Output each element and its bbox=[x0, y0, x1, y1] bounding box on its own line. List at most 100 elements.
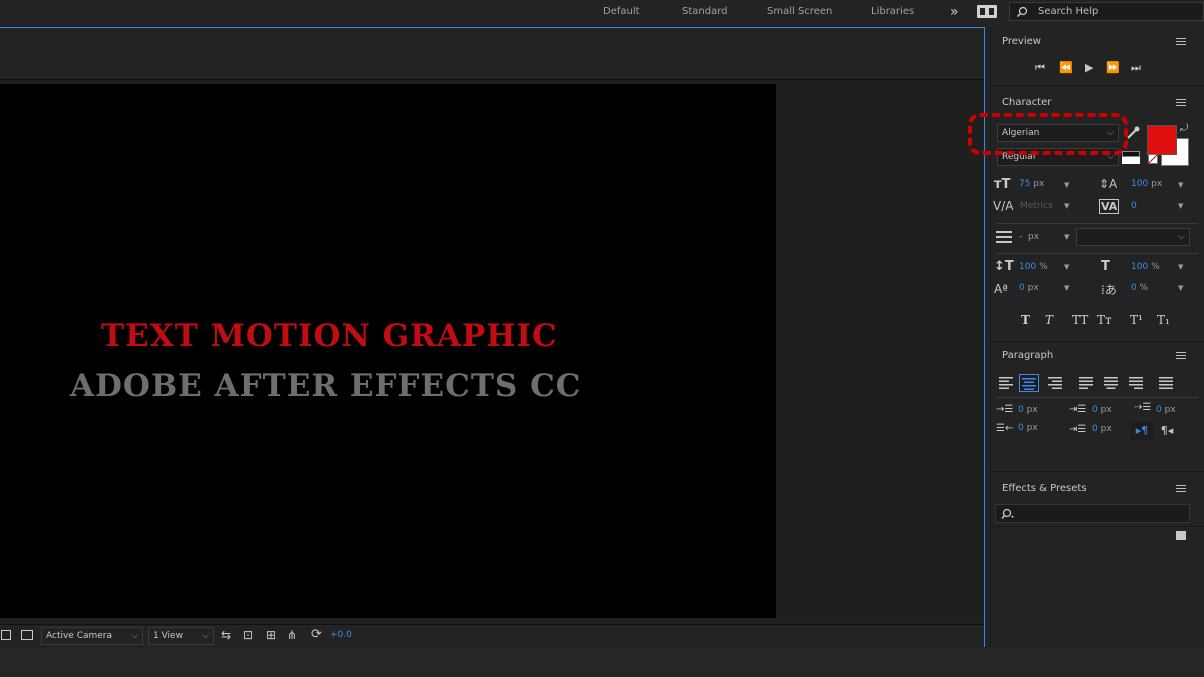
last-frame-icon[interactable]: ⏭ bbox=[1131, 61, 1141, 75]
indent-left-value[interactable]: 0 px bbox=[1018, 405, 1038, 415]
search-icon bbox=[1001, 508, 1014, 519]
more-workspaces-icon[interactable]: » bbox=[950, 0, 959, 24]
tracking-value[interactable]: 0 bbox=[1131, 201, 1137, 211]
title-text-line1[interactable]: TEXT MOTION GRAPHIC bbox=[101, 318, 557, 354]
timeline-icon[interactable]: ⊞ bbox=[266, 628, 276, 642]
preview-menu-icon[interactable] bbox=[1176, 38, 1186, 46]
effects-menu-icon[interactable] bbox=[1176, 485, 1186, 493]
align-left-icon[interactable] bbox=[999, 376, 1015, 390]
ltr-direction-button[interactable]: ▸¶ bbox=[1131, 422, 1153, 440]
chevron-down-icon[interactable]: ▼ bbox=[1064, 181, 1069, 189]
region-of-interest-icon[interactable] bbox=[21, 630, 33, 640]
fill-color-swatch[interactable] bbox=[1147, 125, 1177, 155]
small-caps-button[interactable]: Tт bbox=[1097, 313, 1112, 327]
view-layout-dropdown[interactable]: 1 View ⌵ bbox=[148, 627, 214, 645]
composition-canvas[interactable]: TEXT MOTION GRAPHIC ADOBE AFTER EFFECTS … bbox=[0, 84, 776, 618]
new-folder-icon[interactable] bbox=[1176, 531, 1186, 540]
align-right-icon[interactable] bbox=[1048, 376, 1064, 390]
first-line-indent-icon: ⇢☰ bbox=[1134, 402, 1152, 413]
title-text-line2[interactable]: ADOBE AFTER EFFECTS CC bbox=[70, 368, 580, 404]
previous-frame-icon[interactable]: ⏪ bbox=[1059, 61, 1073, 74]
workspace-standard[interactable]: Standard bbox=[682, 0, 728, 24]
horizontal-scale-value[interactable]: 100 % bbox=[1131, 262, 1160, 272]
indent-right-icon: ☰← bbox=[996, 423, 1014, 434]
faux-bold-button[interactable]: T bbox=[1021, 313, 1030, 327]
toggle-transparency-icon[interactable] bbox=[1, 630, 11, 640]
justify-left-icon[interactable] bbox=[1079, 376, 1095, 390]
chevron-down-icon[interactable]: ▼ bbox=[1178, 202, 1183, 210]
space-after-value[interactable]: 0 px bbox=[1092, 424, 1112, 434]
stroke-width-value[interactable]: - px bbox=[1019, 232, 1039, 242]
justify-all-icon[interactable] bbox=[1159, 376, 1175, 390]
swap-colors-icon[interactable]: ⤾ bbox=[1180, 123, 1188, 134]
divider bbox=[991, 471, 1204, 472]
chevron-down-icon[interactable]: ▼ bbox=[1178, 284, 1183, 292]
chevron-down-icon[interactable]: ▼ bbox=[1178, 263, 1183, 271]
divider bbox=[996, 253, 1198, 254]
next-frame-icon[interactable]: ⏩ bbox=[1106, 61, 1120, 74]
justify-right-icon[interactable] bbox=[1129, 376, 1145, 390]
workspace-default[interactable]: Default bbox=[603, 0, 640, 24]
vertical-scale-icon: ↕T bbox=[994, 259, 1014, 274]
right-panels: Preview ⏮ ⏪ ▶ ⏩ ⏭ Character Algerian ⌵ R… bbox=[968, 27, 1204, 647]
chevron-down-icon[interactable]: ▼ bbox=[1064, 233, 1069, 241]
play-icon[interactable]: ▶ bbox=[1085, 61, 1093, 74]
chevron-down-icon: ⌵ bbox=[202, 631, 209, 641]
pixel-aspect-icon[interactable]: ⇆ bbox=[221, 628, 231, 642]
kerning-value[interactable]: Metrics bbox=[1020, 201, 1053, 211]
space-before-value[interactable]: 0 px bbox=[1092, 405, 1112, 415]
divider bbox=[996, 397, 1198, 398]
justify-center-icon[interactable] bbox=[1104, 376, 1120, 390]
align-center-icon[interactable] bbox=[1019, 374, 1039, 392]
first-frame-icon[interactable]: ⏮ bbox=[1035, 61, 1045, 75]
vertical-scale-value[interactable]: 100 % bbox=[1019, 262, 1048, 272]
leading-value[interactable]: 100 px bbox=[1131, 179, 1162, 189]
chevron-down-icon[interactable]: ▼ bbox=[1178, 181, 1183, 189]
camera-label: Active Camera bbox=[46, 631, 113, 641]
text-style-buttons: T T TT Tт T¹ T₁ bbox=[1021, 313, 1191, 329]
paragraph-menu-icon[interactable] bbox=[1176, 352, 1186, 360]
superscript-button[interactable]: T¹ bbox=[1130, 313, 1143, 327]
search-help-field[interactable]: Search Help bbox=[1009, 2, 1204, 21]
no-color-icon[interactable] bbox=[1148, 154, 1158, 164]
indent-right-value[interactable]: 0 px bbox=[1018, 423, 1038, 433]
sync-settings-icon[interactable] bbox=[977, 5, 997, 18]
camera-dropdown[interactable]: Active Camera ⌵ bbox=[41, 627, 143, 645]
divider bbox=[996, 223, 1198, 224]
chevron-down-icon[interactable]: ▼ bbox=[1064, 284, 1069, 292]
all-caps-button[interactable]: TT bbox=[1072, 313, 1088, 327]
workspace-libraries[interactable]: Libraries bbox=[871, 0, 914, 24]
first-line-indent-value[interactable]: 0 px bbox=[1156, 405, 1176, 415]
black-white-swatch[interactable] bbox=[1122, 151, 1140, 164]
workspace-bar: Default Standard Small Screen Libraries … bbox=[0, 0, 1204, 24]
baseline-shift-value[interactable]: 0 px bbox=[1019, 283, 1039, 293]
chevron-down-icon: ⌵ bbox=[131, 631, 138, 641]
fast-preview-icon[interactable]: ⊡ bbox=[243, 628, 253, 642]
flowchart-icon[interactable]: ⋔ bbox=[287, 628, 297, 642]
tracking-icon: VA bbox=[1099, 199, 1120, 214]
effects-search-input[interactable] bbox=[995, 504, 1190, 523]
stroke-type-dropdown[interactable]: ⌵ bbox=[1076, 228, 1190, 246]
tsume-value[interactable]: 0 % bbox=[1131, 283, 1148, 293]
exposure-value[interactable]: +0.0 bbox=[330, 630, 352, 640]
reset-exposure-icon[interactable]: ⟳ bbox=[311, 627, 322, 642]
rtl-direction-button[interactable]: ¶◂ bbox=[1156, 422, 1178, 440]
divider bbox=[991, 341, 1204, 342]
stroke-width-icon bbox=[996, 231, 1012, 243]
workspace-small-screen[interactable]: Small Screen bbox=[767, 0, 832, 24]
character-panel-title: Character bbox=[1002, 97, 1052, 108]
viewer-header bbox=[0, 28, 984, 80]
chevron-down-icon[interactable]: ▼ bbox=[1064, 263, 1069, 271]
chevron-down-icon: ⌵ bbox=[1178, 232, 1185, 242]
character-menu-icon[interactable] bbox=[1176, 99, 1186, 107]
eyedropper-icon[interactable] bbox=[1125, 125, 1141, 141]
tsume-icon: ⁞あ bbox=[1101, 283, 1117, 297]
indent-left-icon: →☰ bbox=[996, 404, 1014, 415]
search-icon bbox=[1016, 6, 1028, 18]
chevron-down-icon[interactable]: ▼ bbox=[1064, 202, 1069, 210]
composition-panel: TEXT MOTION GRAPHIC ADOBE AFTER EFFECTS … bbox=[0, 27, 985, 647]
font-highlight-annotation bbox=[968, 113, 1128, 155]
faux-italic-button[interactable]: T bbox=[1045, 313, 1053, 327]
subscript-button[interactable]: T₁ bbox=[1157, 313, 1170, 327]
font-size-value[interactable]: 75 px bbox=[1019, 179, 1044, 189]
